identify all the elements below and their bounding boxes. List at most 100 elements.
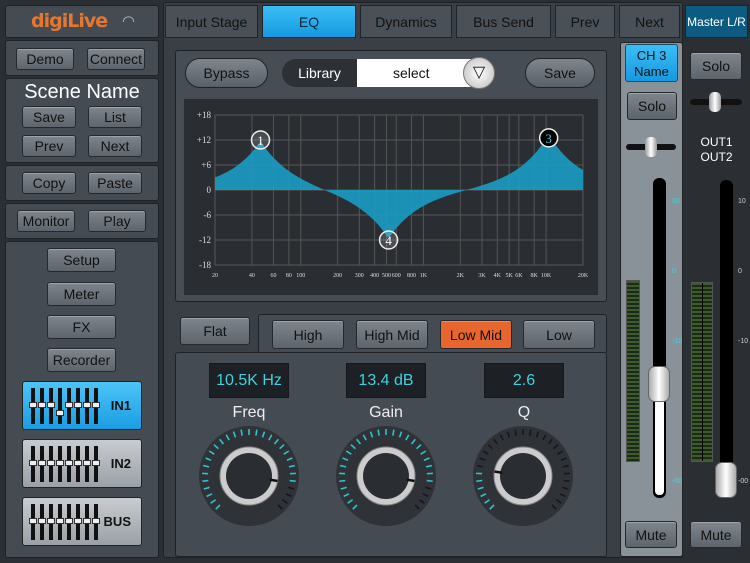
setup-button[interactable]: Setup: [47, 248, 116, 272]
tab-prev[interactable]: Prev: [555, 5, 615, 38]
band-high-mid-button[interactable]: High Mid: [356, 320, 428, 349]
layer-in2-button[interactable]: IN2: [22, 439, 142, 488]
library-selector[interactable]: Library select: [282, 59, 493, 87]
layer-bus-button[interactable]: BUS: [22, 497, 142, 546]
x-tick-label: 100: [296, 273, 305, 279]
scene-save-button[interactable]: Save: [22, 106, 76, 128]
x-tick-label: 8K: [531, 273, 539, 279]
y-tick-label: 0: [207, 185, 212, 195]
y-tick-label: -6: [204, 210, 212, 220]
meter-button[interactable]: Meter: [47, 282, 116, 306]
x-tick-label: 10K: [541, 273, 552, 279]
channel-scale-label: -10: [672, 338, 683, 345]
eq-node-3[interactable]: 3: [538, 128, 559, 148]
tab-next[interactable]: Next: [619, 5, 680, 38]
scene-next-button[interactable]: Next: [88, 135, 142, 157]
band-high-button[interactable]: High: [272, 320, 344, 349]
scene-name: Scene Name: [24, 81, 140, 103]
master-fader-handle[interactable]: [715, 462, 737, 498]
x-tick-label: 200: [333, 273, 342, 279]
freq-knob[interactable]: [199, 426, 299, 526]
fx-button[interactable]: FX: [47, 315, 116, 339]
y-tick-label: +6: [201, 160, 211, 170]
library-label: Library: [298, 65, 341, 81]
channel-fader-handle[interactable]: [648, 365, 670, 402]
layer-label: IN2: [110, 456, 131, 471]
fader-bank-icon: [29, 446, 100, 482]
master-outputs: OUT1 OUT2: [685, 135, 748, 165]
master-scale-label: 0: [738, 268, 742, 275]
tab-input-stage[interactable]: Input Stage: [165, 5, 258, 38]
channel-scale-label: 0: [672, 268, 676, 275]
knob-pointer: [494, 470, 503, 474]
monitor-button[interactable]: Monitor: [17, 210, 75, 232]
master-scale-label: 10: [738, 198, 746, 205]
tab-master-lr[interactable]: Master L/R: [685, 5, 748, 38]
out2-label: OUT2: [700, 150, 733, 164]
knobs: [199, 426, 573, 526]
x-tick-label: 1K: [420, 273, 428, 279]
x-tick-label: 6K: [515, 273, 523, 279]
x-tick-label: 300: [355, 273, 364, 279]
channel-name-button[interactable]: CH 3 Name: [625, 44, 678, 82]
eq-node-4[interactable]: 4: [378, 230, 399, 250]
q-display: 2.6: [484, 363, 564, 398]
connect-button[interactable]: Connect: [87, 48, 145, 70]
x-tick-label: 20: [212, 273, 218, 279]
fader-bank-icon: [29, 388, 100, 424]
x-tick-label: 600: [392, 273, 401, 279]
knob-pointer: [406, 478, 415, 483]
gain-knob[interactable]: [336, 426, 436, 526]
demo-button[interactable]: Demo: [16, 48, 74, 70]
x-tick-label: 5K: [505, 273, 513, 279]
scene-list-button[interactable]: List: [88, 106, 142, 128]
master-fader-track[interactable]: [720, 180, 733, 498]
x-tick-label: 500: [382, 273, 391, 279]
channel-name-line2: Name: [634, 64, 669, 79]
layer-label: BUS: [103, 514, 131, 529]
out1-label: OUT1: [700, 135, 733, 149]
master-mute-button[interactable]: Mute: [690, 521, 742, 548]
svg-text:3: 3: [545, 131, 552, 146]
knob-pointer: [269, 478, 278, 483]
bypass-button[interactable]: Bypass: [185, 58, 268, 88]
x-tick-label: 60: [271, 273, 277, 279]
flat-button[interactable]: Flat: [180, 317, 250, 345]
channel-mute-button[interactable]: Mute: [625, 521, 677, 548]
y-tick-label: -12: [199, 235, 211, 245]
x-tick-label: 2K: [457, 273, 465, 279]
tab-bus-send[interactable]: Bus Send: [456, 5, 551, 38]
master-pan-handle[interactable]: [709, 92, 721, 112]
fader-bank-icon: [29, 504, 100, 540]
eq-save-button[interactable]: Save: [525, 58, 595, 88]
x-tick-label: 80: [286, 273, 292, 279]
paste-button[interactable]: Paste: [88, 172, 142, 194]
q-knob[interactable]: [473, 426, 573, 526]
x-tick-label: 400: [370, 273, 379, 279]
master-scale-label: -00: [738, 478, 749, 485]
channel-name-line1: CH 3: [636, 48, 667, 63]
x-tick-label: 3K: [478, 273, 486, 279]
tab-dynamics[interactable]: Dynamics: [360, 5, 452, 38]
y-tick-label: +18: [197, 110, 212, 120]
recorder-button[interactable]: Recorder: [47, 348, 116, 372]
band-low-mid-button[interactable]: Low Mid: [440, 320, 512, 349]
y-tick-label: +12: [197, 135, 211, 145]
copy-button[interactable]: Copy: [22, 172, 76, 194]
scene-prev-button[interactable]: Prev: [22, 135, 76, 157]
eq-node-1[interactable]: 1: [250, 130, 271, 150]
band-low-button[interactable]: Low: [523, 320, 595, 349]
eq-curve-chart[interactable]: +18 +12 +6 0 -6 -12 -1820 40 60 80 100 200 300 400 500…: [183, 98, 599, 296]
channel-pan-handle[interactable]: [645, 137, 657, 157]
logo: digiLive: [31, 10, 108, 32]
channel-solo-button[interactable]: Solo: [627, 92, 677, 120]
master-solo-button[interactable]: Solo: [690, 52, 742, 80]
svg-text:1: 1: [257, 133, 264, 148]
tab-eq[interactable]: EQ: [262, 5, 356, 38]
wifi-icon: ◠: [122, 13, 136, 30]
play-button[interactable]: Play: [88, 210, 146, 232]
gain-display: 13.4 dB: [346, 363, 426, 398]
layer-in1-button[interactable]: IN1: [22, 381, 142, 430]
dropdown-arrow-icon[interactable]: ▽: [463, 57, 495, 89]
channel-level-meter: [626, 280, 640, 462]
